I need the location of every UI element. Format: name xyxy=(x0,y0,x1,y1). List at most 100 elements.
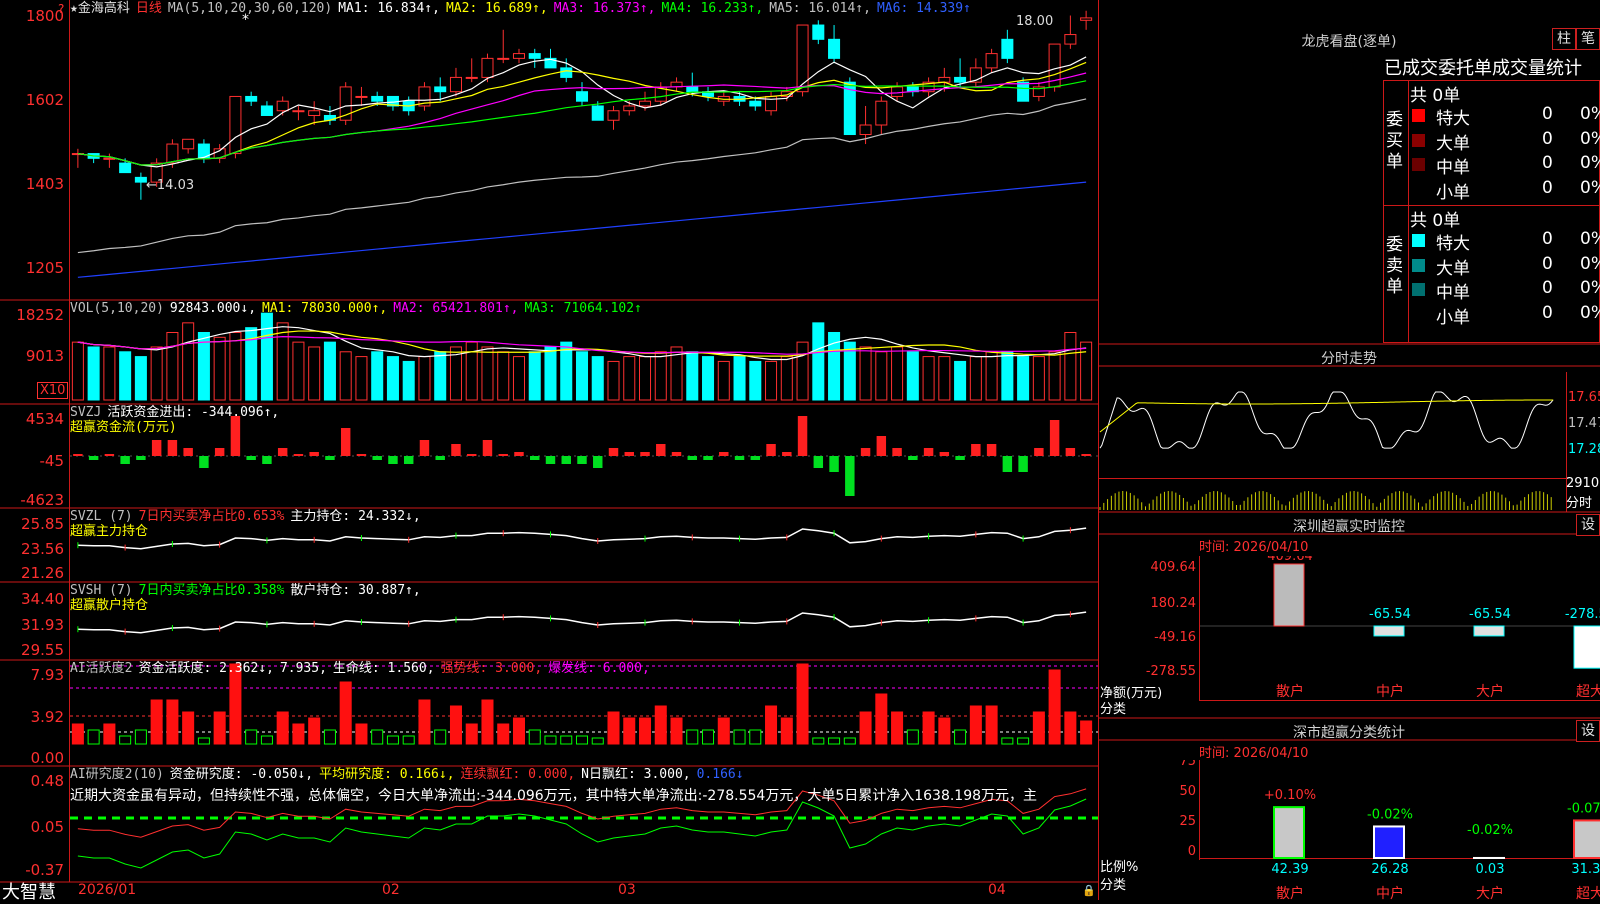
ai1-bar xyxy=(986,706,997,744)
svzl-ytick-1: 23.56 xyxy=(2,542,64,557)
svsh-sub: 超赢散户持仓 xyxy=(70,598,148,614)
ai1-bar xyxy=(183,712,194,744)
buy-row-count: 0 xyxy=(1542,104,1553,124)
ss-ratio-chart[interactable]: 7550250+0.10%42.39散户-0.02%26.28中户-0.02%0… xyxy=(1098,760,1600,900)
volume-bar xyxy=(766,361,777,400)
ss-stats-title: 深市超赢分类统计 xyxy=(1098,722,1600,742)
volume-bar xyxy=(1065,332,1076,400)
candle-body xyxy=(860,125,871,135)
sz-settings-button[interactable]: 设 xyxy=(1576,514,1600,536)
candle-body xyxy=(246,96,257,101)
ai1-bar xyxy=(923,712,934,744)
candle-body xyxy=(513,54,524,59)
ss-ratio-label: 31.30 xyxy=(1571,862,1600,877)
sz-monitor-title: 深圳超赢实时监控 xyxy=(1098,516,1600,536)
ma2-value: MA2: 16.689↑, xyxy=(446,1,548,16)
volume-bar xyxy=(230,332,241,400)
ai1-bar xyxy=(372,730,383,744)
ai1-bar xyxy=(561,736,572,744)
vol-ma1: MA1: 78030.000↑, xyxy=(262,301,387,316)
ai1-bar xyxy=(970,706,981,744)
pen-mode-button[interactable]: 笔 xyxy=(1576,28,1600,50)
volume-bar xyxy=(277,323,288,400)
svzj-bar xyxy=(73,454,82,456)
sz-value-label: -65.54 xyxy=(1369,607,1411,622)
volume-bar xyxy=(797,342,808,400)
vol-ma3: MA3: 71064.102↑ xyxy=(524,301,641,316)
sell-row-2: 中单00% xyxy=(1410,278,1600,302)
period-label[interactable]: 日线 xyxy=(136,1,162,16)
candle-body xyxy=(356,96,367,97)
ai1-header: AI活跃度2资金活跃度: 2.362↓,7.935,生命线: 1.560,强势线… xyxy=(70,661,656,677)
ai1-ytick-2: 0.00 xyxy=(2,751,64,766)
svzj-bar xyxy=(435,456,444,460)
svzj-bar xyxy=(577,456,586,464)
ai1-ytick-0: 7.93 xyxy=(2,668,64,683)
svzj-bar xyxy=(924,448,933,456)
svzj-bar xyxy=(514,452,523,456)
volume-bar xyxy=(372,352,383,400)
order-stats-tabs[interactable]: 已成交委托单成交量统计 xyxy=(1384,54,1600,80)
intraday-ytick-2: 17.28 xyxy=(1568,442,1600,457)
svzj-bar xyxy=(404,456,413,464)
candle-body xyxy=(435,87,446,92)
svzj-sub: 超赢资金流(万元) xyxy=(70,420,177,436)
candle-body xyxy=(293,111,304,112)
vol-unit: X10 xyxy=(37,382,68,399)
ai1-ytick-1: 3.92 xyxy=(2,710,64,725)
stock-name[interactable]: ★金海高科 xyxy=(70,1,130,16)
ai1-bar xyxy=(135,730,146,744)
ma3-value: MA3: 16.373↑, xyxy=(554,1,656,16)
sell-row-pct: 0% xyxy=(1580,254,1600,274)
svzj-bar xyxy=(168,440,177,456)
intraday-chart[interactable] xyxy=(1098,372,1566,512)
svzj-bar xyxy=(877,436,886,456)
volume-bar xyxy=(576,352,587,400)
vol-value: 92843.000↓, xyxy=(170,301,256,316)
ai1-bar xyxy=(403,736,414,744)
ai-research-chart[interactable] xyxy=(70,766,1098,882)
ss-settings-button[interactable]: 设 xyxy=(1576,720,1600,742)
svzl-sub: 超赢主力持仓 xyxy=(70,524,148,540)
ai1-bar xyxy=(450,706,461,744)
volume-bar xyxy=(293,342,304,400)
svzj-bar xyxy=(735,456,744,460)
bar-mode-button[interactable]: 柱 xyxy=(1552,28,1576,50)
candle-body xyxy=(277,101,288,111)
ai1-bar xyxy=(781,718,792,744)
ai1-bar xyxy=(529,730,540,744)
svsh-label: SVSH (7) xyxy=(70,583,133,598)
volume-bar xyxy=(151,347,162,400)
volume-bar xyxy=(435,352,446,400)
svzj-bar xyxy=(814,456,823,468)
svzj-bar xyxy=(451,444,460,456)
kline-chart[interactable] xyxy=(70,0,1098,300)
volume-bar xyxy=(561,342,572,400)
ai1-bar xyxy=(907,730,918,744)
ma1-line xyxy=(78,57,1086,167)
candle-body xyxy=(813,25,824,39)
volume-bar xyxy=(624,357,635,400)
buy-row-3: 小单00% xyxy=(1410,178,1600,202)
ai1-bar xyxy=(640,718,651,744)
svzj-bar xyxy=(89,456,98,460)
svzj-ytick-0: 4534 xyxy=(2,412,64,427)
volume-bar xyxy=(939,357,950,400)
ai1-bar xyxy=(498,724,509,744)
svzj-bar xyxy=(672,452,681,456)
buy-row-count: 0 xyxy=(1542,129,1553,149)
svzj-bar xyxy=(845,456,854,496)
sell-row-count: 0 xyxy=(1542,278,1553,298)
candle-body xyxy=(592,106,603,120)
vol-label: VOL(5,10,20) xyxy=(70,301,164,316)
volume-bar xyxy=(309,347,320,400)
ai1-bar xyxy=(1033,712,1044,744)
ai1-bar xyxy=(671,718,682,744)
volume-bar xyxy=(687,352,698,400)
ai1-bar xyxy=(734,730,745,744)
sz-netflow-chart[interactable]: 409.64180.24-49.16-278.55409.64散户-65.54中… xyxy=(1098,556,1600,716)
ai1-bar xyxy=(797,664,808,744)
svzj-bar xyxy=(183,448,192,456)
lock-icon[interactable]: 🔒 xyxy=(1082,884,1096,897)
ss-bar xyxy=(1274,807,1304,858)
